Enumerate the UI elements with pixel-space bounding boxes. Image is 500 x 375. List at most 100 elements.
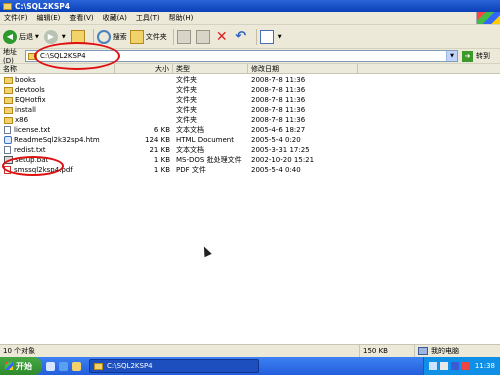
explorer-icon[interactable] <box>72 361 81 371</box>
list-item[interactable]: EQHotfix 文件夹 2008-7-8 11:36 <box>0 95 500 105</box>
batch-file-icon <box>4 156 13 164</box>
file-type: HTML Document <box>176 136 234 144</box>
input-method-icon[interactable] <box>450 362 459 370</box>
folders-button[interactable]: 文件夹 <box>129 28 167 46</box>
file-type: 文件夹 <box>176 86 197 94</box>
internet-explorer-icon[interactable] <box>59 361 68 371</box>
undo-button[interactable]: ↶ <box>234 28 250 46</box>
file-date: 2005-5-4 0:20 <box>251 136 301 144</box>
menu-favorites[interactable]: 收藏(A) <box>103 13 127 23</box>
file-name: setup.bat <box>15 156 49 164</box>
file-type: MS-DOS 批处理文件 <box>176 156 242 164</box>
menu-edit[interactable]: 编辑(E) <box>37 13 61 23</box>
window-titlebar[interactable]: C:\SQL2KSP4 <box>0 0 500 12</box>
forward-arrow-icon: ▶ <box>43 29 58 44</box>
chevron-down-icon[interactable]: ▼ <box>35 34 39 40</box>
text-file-icon <box>4 126 11 134</box>
move-to-button[interactable] <box>176 28 193 46</box>
folder-icon <box>4 106 13 114</box>
volume-icon[interactable] <box>439 362 448 370</box>
go-label: 转到 <box>476 52 490 60</box>
windows-logo-icon <box>5 362 13 370</box>
list-item[interactable]: ReadmeSql2k32sp4.htm 124 KB HTML Documen… <box>0 135 500 145</box>
search-button[interactable]: 搜索 <box>96 28 127 46</box>
taskbar-window-button[interactable]: C:\SQL2KSP4 <box>89 359 259 373</box>
chevron-down-icon[interactable]: ▼ <box>446 51 457 61</box>
show-desktop-icon[interactable] <box>46 361 55 371</box>
column-date[interactable]: 修改日期 <box>248 64 358 74</box>
menu-help[interactable]: 帮助(H) <box>169 13 194 23</box>
file-name: EQHotfix <box>15 96 46 104</box>
taskbar-window-label: C:\SQL2KSP4 <box>107 362 153 370</box>
column-size[interactable]: 大小 <box>115 64 173 74</box>
file-type: PDF 文件 <box>176 166 206 174</box>
search-label: 搜索 <box>112 32 127 41</box>
menu-tools[interactable]: 工具(T) <box>136 13 160 23</box>
move-to-icon <box>176 29 191 44</box>
file-type: 文件夹 <box>176 76 197 84</box>
file-date: 2005-5-4 0:40 <box>251 166 301 174</box>
status-location: 我的电脑 <box>415 346 500 356</box>
window-title: C:\SQL2KSP4 <box>15 1 70 11</box>
network-icon[interactable] <box>428 362 437 370</box>
file-name: ReadmeSql2k32sp4.htm <box>14 136 100 144</box>
views-icon <box>259 29 274 44</box>
undo-icon: ↶ <box>235 28 247 44</box>
file-size: 21 KB <box>149 146 170 154</box>
file-date: 2002-10-20 15:21 <box>251 156 315 164</box>
security-icon[interactable] <box>461 362 470 370</box>
address-bar: 地址(D) C:\SQL2KSP4 ▼ ➜ 转到 <box>0 48 500 65</box>
file-type: 文本文档 <box>176 126 204 134</box>
address-input[interactable]: C:\SQL2KSP4 ▼ <box>25 50 458 62</box>
menu-file[interactable]: 文件(F) <box>4 13 28 23</box>
list-item[interactable]: install 文件夹 2008-7-8 11:36 <box>0 105 500 115</box>
folder-icon <box>4 116 13 124</box>
file-size: 6 KB <box>153 126 170 134</box>
list-item[interactable]: devtools 文件夹 2008-7-8 11:36 <box>0 85 500 95</box>
up-folder-button[interactable] <box>70 28 87 46</box>
file-size: 124 KB <box>145 136 170 144</box>
file-name: devtools <box>15 86 45 94</box>
folders-icon <box>129 29 144 44</box>
folder-icon <box>3 2 12 10</box>
back-button[interactable]: ◀ 后退 ▼ <box>3 28 41 46</box>
go-arrow-icon: ➜ <box>462 50 473 62</box>
text-file-icon <box>4 146 11 154</box>
forward-button[interactable]: ▶ ▼ <box>43 28 68 46</box>
list-item[interactable]: x86 文件夹 2008-7-8 11:36 <box>0 115 500 125</box>
html-file-icon <box>4 136 12 144</box>
go-button[interactable]: ➜ 转到 <box>462 50 490 62</box>
list-item[interactable]: license.txt 6 KB 文本文档 2005-4-6 18:27 <box>0 125 500 135</box>
delete-button[interactable]: ✕ <box>215 28 231 46</box>
folder-icon <box>4 86 13 94</box>
views-button[interactable]: ▼ <box>259 28 284 46</box>
file-name: redist.txt <box>14 146 46 154</box>
menu-bar: 文件(F) 编辑(E) 查看(V) 收藏(A) 工具(T) 帮助(H) <box>0 12 500 25</box>
column-name[interactable]: 名称 <box>0 64 115 74</box>
file-name: smssql2ksp4.pdf <box>14 166 73 174</box>
list-item[interactable]: setup.bat 1 KB MS-DOS 批处理文件 2002-10-20 1… <box>0 155 500 165</box>
delete-icon: ✕ <box>215 28 228 45</box>
column-filler <box>358 64 500 74</box>
my-computer-icon <box>418 347 428 355</box>
file-date: 2008-7-8 11:36 <box>251 86 306 94</box>
list-item[interactable]: redist.txt 21 KB 文本文档 2005-3-31 17:25 <box>0 145 500 155</box>
file-date: 2005-4-6 18:27 <box>251 126 306 134</box>
folders-label: 文件夹 <box>145 32 167 41</box>
file-name: books <box>15 76 36 84</box>
toolbar-divider <box>92 28 94 45</box>
chevron-down-icon[interactable]: ▼ <box>62 34 66 40</box>
list-item[interactable]: books 文件夹 2008-7-8 11:36 <box>0 75 500 85</box>
copy-to-button[interactable] <box>195 28 212 46</box>
up-folder-icon <box>70 29 85 44</box>
menu-view[interactable]: 查看(V) <box>69 13 93 23</box>
list-item[interactable]: smssql2ksp4.pdf 1 KB PDF 文件 2005-5-4 0:4… <box>0 165 500 175</box>
windows-logo-icon <box>476 12 500 24</box>
toolbar-divider <box>255 28 257 45</box>
start-button[interactable]: 开始 <box>0 357 42 375</box>
file-type: 文件夹 <box>176 96 197 104</box>
file-type: 文件夹 <box>176 106 197 114</box>
file-list: books 文件夹 2008-7-8 11:36 devtools 文件夹 20… <box>0 75 500 344</box>
file-date: 2008-7-8 11:36 <box>251 116 306 124</box>
column-type[interactable]: 类型 <box>173 64 248 74</box>
